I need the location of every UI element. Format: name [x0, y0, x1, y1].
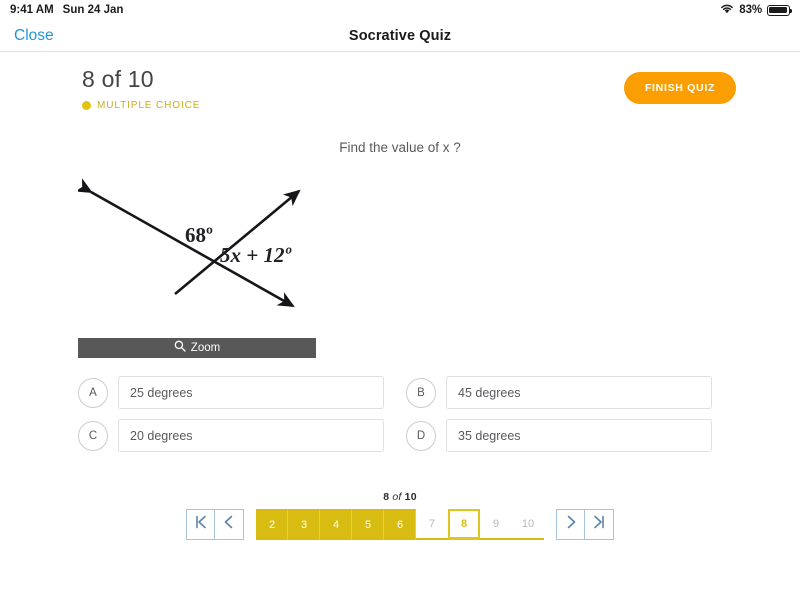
first-page-icon: [194, 514, 208, 535]
last-page-icon: [592, 514, 606, 535]
choice-letter-c: C: [78, 420, 108, 451]
page-button-5[interactable]: 5: [352, 509, 384, 540]
page-button-3[interactable]: 3: [288, 509, 320, 540]
answer-choices-list: A 25 degrees B 45 degrees C 20 degrees D…: [78, 376, 712, 452]
pagination-forward-group: [556, 509, 614, 540]
answer-choice-c[interactable]: C 20 degrees: [78, 419, 384, 452]
choice-letter-a: A: [78, 377, 108, 408]
choice-letter-b: B: [406, 377, 436, 408]
answer-choice-d[interactable]: D 35 degrees: [406, 419, 712, 452]
choice-text-b[interactable]: 45 degrees: [446, 376, 712, 409]
first-page-button[interactable]: [186, 509, 215, 540]
magnifier-icon: [174, 339, 186, 357]
battery-icon: [767, 4, 793, 16]
page-button-10[interactable]: 10: [512, 509, 544, 540]
pagination-total: 10: [404, 491, 417, 503]
angle-label-5x-plus-12: 5x + 12º: [220, 243, 291, 267]
question-type-label: MULTIPLE CHOICE: [97, 100, 201, 111]
zoom-image-button[interactable]: Zoom: [78, 338, 316, 358]
answer-choice-b[interactable]: B 45 degrees: [406, 376, 712, 409]
pagination-area: 8 of 10 2 3 4 5 6 7 8 9 10: [0, 491, 800, 540]
page-button-9[interactable]: 9: [480, 509, 512, 540]
question-counter: 8 of 10: [82, 66, 154, 92]
next-page-button[interactable]: [556, 509, 585, 540]
navigation-bar: Close Socrative Quiz: [0, 20, 800, 52]
answer-choice-a[interactable]: A 25 degrees: [78, 376, 384, 409]
angle-label-68: 68º: [185, 223, 213, 247]
zoom-button-label: Zoom: [190, 342, 221, 354]
page-button-4[interactable]: 4: [320, 509, 352, 540]
pagination-controls: 2 3 4 5 6 7 8 9 10: [186, 509, 614, 540]
pagination-counter: 8 of 10: [383, 491, 417, 503]
page-button-8[interactable]: 8: [448, 509, 480, 540]
page-number-list: 2 3 4 5 6 7 8 9 10: [256, 509, 544, 540]
close-button[interactable]: Close: [14, 27, 54, 45]
next-page-icon: [564, 514, 578, 535]
question-type-dot-icon: [82, 101, 91, 110]
status-bar-left: 9:41 AM Sun 24 Jan: [10, 4, 123, 16]
choice-text-a[interactable]: 25 degrees: [118, 376, 384, 409]
prev-page-icon: [222, 514, 236, 535]
question-figure: 68º 5x + 12º: [78, 178, 323, 320]
page-button-7[interactable]: 7: [416, 509, 448, 540]
question-type-badge: MULTIPLE CHOICE: [82, 100, 200, 111]
question-prompt: Find the value of x ?: [339, 140, 461, 155]
previous-page-button[interactable]: [215, 509, 244, 540]
finish-quiz-button[interactable]: FINISH QUIZ: [624, 72, 736, 104]
status-time: 9:41 AM: [10, 4, 54, 16]
pagination-back-group: [186, 509, 244, 540]
status-bar-right: 83%: [720, 3, 793, 17]
last-page-button[interactable]: [585, 509, 614, 540]
status-date: Sun 24 Jan: [62, 4, 124, 16]
page-button-6[interactable]: 6: [384, 509, 416, 540]
page-title: Socrative Quiz: [348, 27, 452, 44]
battery-fill: [769, 6, 787, 14]
ios-status-bar: 9:41 AM Sun 24 Jan 83%: [0, 0, 800, 20]
choice-text-c[interactable]: 20 degrees: [118, 419, 384, 452]
page-button-2[interactable]: 2: [256, 509, 288, 540]
pagination-of: of: [389, 491, 405, 503]
choice-text-d[interactable]: 35 degrees: [446, 419, 712, 452]
choice-letter-d: D: [406, 420, 436, 451]
wifi-icon: [720, 3, 734, 17]
battery-percent: 83%: [739, 4, 762, 16]
